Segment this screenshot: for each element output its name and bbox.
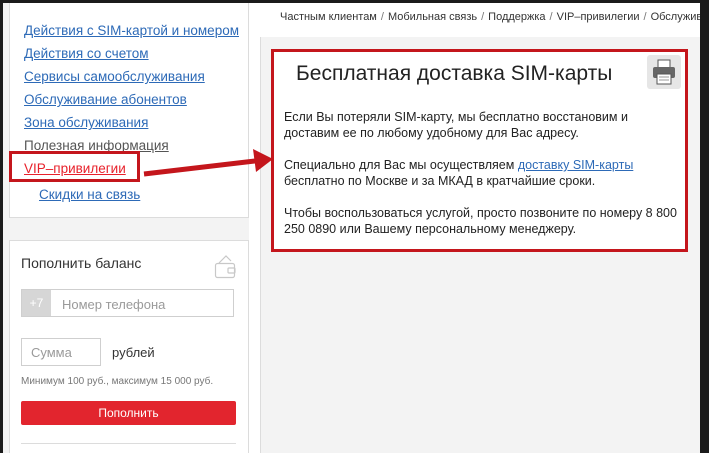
delivery-link[interactable]: доставку SIM-карты — [518, 158, 633, 172]
breadcrumb-separator: / — [643, 11, 647, 23]
paragraph-delivery-text: Специально для Вас мы осуществляем — [284, 158, 518, 172]
phone-field[interactable]: +7 — [21, 289, 246, 318]
sidebar-item-subscriber-service[interactable]: Обслуживание абонентов — [24, 92, 187, 108]
paragraph-delivery-text-end: бесплатно по Москве и за МКАД в кратчайш… — [284, 174, 596, 188]
phone-input[interactable] — [51, 290, 246, 318]
sidebar-item-discounts[interactable]: Скидки на связь — [39, 187, 140, 203]
page-frame: Действия с SIM-картой и номером Действия… — [3, 3, 700, 453]
paragraph-lost-sim: Если Вы потеряли SIM-карту, мы бесплатно… — [284, 110, 628, 140]
print-button[interactable] — [647, 55, 681, 89]
sidebar-item-account-actions[interactable]: Действия со счетом — [24, 46, 149, 62]
wallet-icon — [214, 255, 236, 279]
breadcrumb-separator: / — [481, 11, 485, 23]
breadcrumb-vip[interactable]: VIP–привилегии — [557, 11, 640, 23]
breadcrumb-mobile[interactable]: Мобильная связь — [388, 11, 477, 23]
sidebar-nav: Действия с SIM-картой и номером Действия… — [9, 3, 249, 218]
phone-prefix: +7 — [22, 290, 51, 316]
content-panel: Бесплатная доставка SIM-карты Если Вы по… — [271, 49, 688, 252]
paragraph-contact: Чтобы воспользоваться услугой, просто по… — [284, 206, 677, 236]
divider — [21, 443, 236, 444]
sidebar-item-sim-actions[interactable]: Действия с SIM-картой и номером — [24, 23, 239, 39]
sidebar-item-self-service[interactable]: Сервисы самообслуживания — [24, 69, 205, 85]
currency-label: рублей — [112, 345, 155, 360]
breadcrumb-support[interactable]: Поддержка — [488, 11, 545, 23]
vip-highlight-frame — [9, 151, 140, 182]
sum-input[interactable] — [21, 338, 101, 366]
balance-title: Пополнить баланс — [21, 255, 142, 271]
top-up-button[interactable]: Пополнить — [21, 401, 236, 425]
breadcrumb-current[interactable]: Обслужива — [651, 11, 700, 23]
content-title: Бесплатная доставка SIM-карты — [296, 62, 613, 85]
breadcrumb-private-clients[interactable]: Частным клиентам — [280, 11, 377, 23]
breadcrumb: Частным клиентам / Мобильная связь / Поддерж… — [280, 11, 700, 23]
left-column: Действия с SIM-картой и номером Действия… — [3, 3, 249, 453]
paragraph-delivery: Специально для Вас мы осуществляем доста… — [284, 157, 684, 189]
balance-widget: Пополнить баланс +7 рублей Минимум 100 р… — [9, 240, 249, 453]
breadcrumb-separator: / — [380, 11, 384, 23]
limits-hint: Минимум 100 руб., максимум 15 000 руб. — [21, 376, 214, 387]
sidebar-item-service-zone[interactable]: Зона обслуживания — [24, 115, 148, 131]
printer-icon — [653, 59, 675, 85]
breadcrumb-separator: / — [549, 11, 553, 23]
